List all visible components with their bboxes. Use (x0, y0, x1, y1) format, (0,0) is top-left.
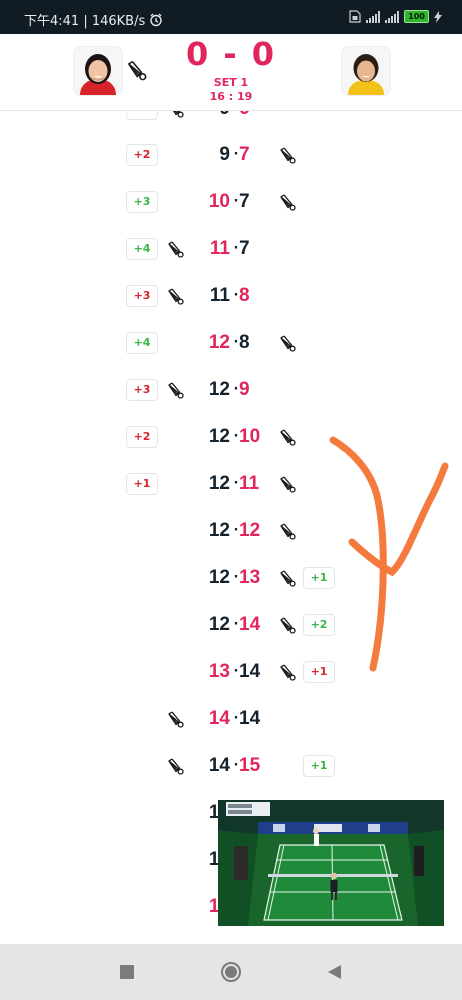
score-a: 13 (208, 661, 230, 682)
score-b: 12 (239, 520, 261, 541)
set-time: 16 : 19 (209, 90, 253, 103)
system-nav-bar (0, 944, 462, 1000)
score-a: 12 (208, 520, 230, 541)
score-a: 12 (208, 332, 230, 353)
player-a-avatar[interactable] (73, 46, 123, 96)
score-b: 13 (239, 567, 261, 588)
rally-row: +1 12 · 13 (0, 563, 462, 593)
lead-badge: +2 (126, 144, 158, 166)
set-label: SET 1 (213, 76, 249, 89)
rally-row: +2 12 · 10 (0, 422, 462, 452)
rally-row: +4 12 · 8 (0, 328, 462, 358)
match-header: 0 - 0 SET 1 16 : 19 (0, 34, 462, 111)
home-icon[interactable] (219, 960, 243, 984)
score-b: 7 (239, 144, 250, 165)
score-a: 12 (208, 426, 230, 447)
rally-row: +1 12 · 11 (0, 469, 462, 499)
score-a: 12 (208, 567, 230, 588)
rally-row: +1 14 · 15 (0, 751, 462, 781)
score-a: 12 (208, 473, 230, 494)
score-b: 11 (239, 473, 260, 494)
score-a: 14 (208, 708, 230, 729)
header-serve-shuttlecock-icon (124, 58, 148, 86)
player-b-avatar[interactable] (341, 46, 391, 96)
score-a: 12 (208, 614, 230, 635)
badminton-video-frame (218, 800, 444, 926)
score-a: 9 (219, 144, 230, 165)
lead-badge: +3 (126, 191, 158, 213)
rally-row: +3 12 · 9 (0, 375, 462, 405)
lead-badge: +1 (303, 567, 335, 589)
rally-row: +4 11 · 7 (0, 234, 462, 264)
back-icon[interactable] (323, 960, 347, 984)
lead-badge: +4 (126, 332, 158, 354)
lead-badge: +4 (126, 238, 158, 260)
score-a: 10 (208, 191, 230, 212)
score-b: 8 (239, 285, 250, 306)
lead-badge: +1 (303, 661, 335, 683)
rally-row: +2 12 · 14 (0, 610, 462, 640)
rally-row: +3 10 · 7 (0, 187, 462, 217)
score-a: 11 (209, 285, 230, 306)
lead-badge: +1 (303, 755, 335, 777)
score-b: 15 (239, 755, 261, 776)
video-pip-player[interactable] (218, 800, 444, 926)
rally-row: 14 · 14 (0, 704, 462, 734)
score-b: 8 (239, 332, 250, 353)
lead-badge: +2 (126, 426, 158, 448)
lead-badge: +3 (126, 285, 158, 307)
score-b: 14 (239, 708, 261, 729)
score-b: 7 (239, 238, 250, 259)
rally-row: +2 9 · 7 (0, 140, 462, 170)
score-a: 11 (209, 238, 230, 259)
score-a: 14 (208, 755, 230, 776)
match-score: 0 - 0 (185, 35, 277, 73)
rally-row: +3 11 · 8 (0, 281, 462, 311)
rally-row: +1 13 · 14 (0, 657, 462, 687)
lead-badge: +2 (303, 614, 335, 636)
lead-badge: +1 (126, 473, 158, 495)
lead-badge: +3 (126, 379, 158, 401)
recent-apps-icon[interactable] (115, 960, 139, 984)
score-b: 9 (239, 379, 250, 400)
score-b: 14 (239, 614, 261, 635)
score-b: 14 (239, 661, 261, 682)
score-b: 10 (239, 426, 261, 447)
score-b: 7 (239, 191, 250, 212)
rally-row: 12 · 12 (0, 516, 462, 546)
score-a: 12 (208, 379, 230, 400)
